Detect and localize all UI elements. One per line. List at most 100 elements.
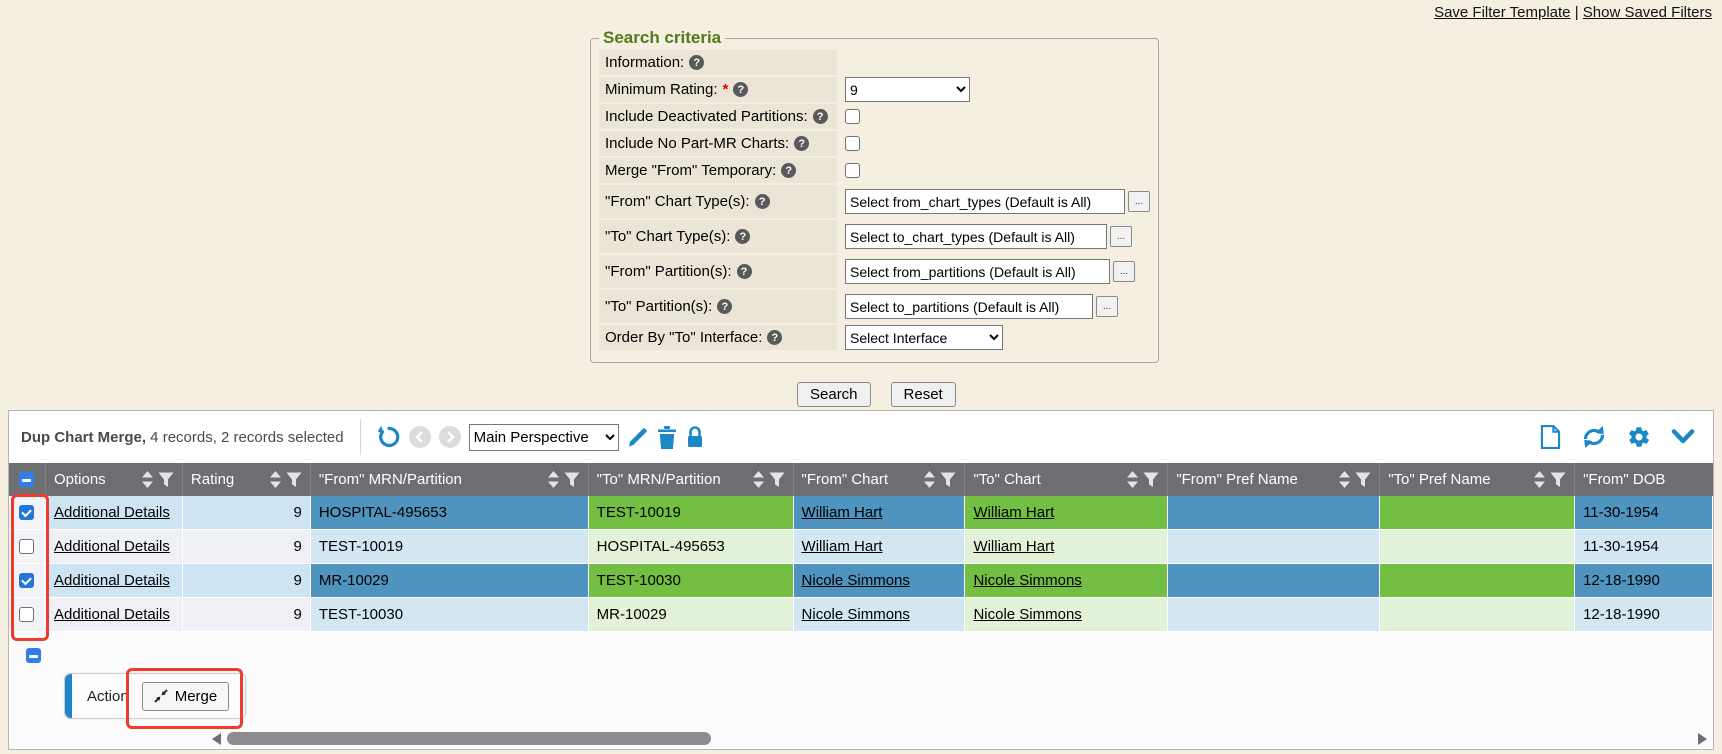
filter-icon[interactable] [940, 472, 956, 488]
row-checkbox[interactable] [19, 573, 34, 588]
sort-icon[interactable] [1534, 471, 1545, 488]
perspective-select[interactable]: Main Perspective [469, 424, 619, 451]
minimum-rating-select[interactable]: 9 [845, 77, 970, 102]
search-button[interactable]: Search [797, 382, 871, 407]
previous-perspective-icon[interactable] [409, 426, 431, 448]
from-chart-link[interactable]: William Hart [802, 538, 883, 555]
edit-perspective-icon[interactable] [627, 426, 649, 448]
sort-icon[interactable] [270, 471, 281, 488]
column-header-to-pref-name[interactable]: "To" Pref Name [1380, 463, 1575, 496]
filter-icon[interactable] [564, 472, 580, 488]
information-label: Information: [605, 54, 684, 71]
merge-button[interactable]: Merge [142, 682, 230, 711]
help-icon[interactable]: ? [755, 194, 770, 209]
to-partitions-picker-button[interactable]: ... [1096, 296, 1118, 317]
to-chart-link[interactable]: William Hart [973, 504, 1054, 521]
from-dob-value: 12-18-1990 [1575, 564, 1713, 598]
additional-details-link[interactable]: Additional Details [54, 606, 170, 623]
to-chart-types-input[interactable] [845, 224, 1107, 249]
filter-icon[interactable] [1143, 472, 1159, 488]
from-pref-name-value [1168, 496, 1380, 530]
refresh-icon[interactable] [1581, 425, 1607, 449]
new-document-icon[interactable] [1540, 424, 1561, 450]
criteria-row-to-chart-types: "To" Chart Type(s): ? ... [599, 220, 1150, 253]
scroll-right-arrow[interactable] [1698, 733, 1707, 745]
criteria-row-to-partitions: "To" Partition(s): ? ... [599, 290, 1150, 323]
column-header-from-pref-name[interactable]: "From" Pref Name [1168, 463, 1380, 496]
select-all-checkbox[interactable] [19, 472, 34, 487]
help-icon[interactable]: ? [781, 163, 796, 178]
column-header-from-chart[interactable]: "From" Chart [794, 463, 966, 496]
reset-button[interactable]: Reset [891, 382, 956, 407]
sort-icon[interactable] [753, 471, 764, 488]
from-chart-link[interactable]: William Hart [802, 504, 883, 521]
table-row: Additional Details 9 MR-10029 TEST-10030… [9, 564, 1713, 598]
lock-perspective-icon[interactable] [685, 425, 705, 449]
help-icon[interactable]: ? [813, 109, 828, 124]
table-row: Additional Details 9 HOSPITAL-495653 TES… [9, 496, 1713, 530]
criteria-row-include-deactivated: Include Deactivated Partitions: ? [599, 104, 1150, 129]
order-by-interface-select[interactable]: Select Interface [845, 325, 1003, 350]
header-select-all-cell [9, 463, 46, 496]
column-header-to-mrn[interactable]: "To" MRN/Partition [589, 463, 794, 496]
additional-details-link[interactable]: Additional Details [54, 572, 170, 589]
action-panel-accent-bar [65, 674, 72, 718]
delete-perspective-icon[interactable] [657, 426, 677, 449]
additional-details-link[interactable]: Additional Details [54, 504, 170, 521]
show-saved-filters-link[interactable]: Show Saved Filters [1583, 4, 1712, 21]
collapse-chevron-icon[interactable] [1671, 429, 1695, 445]
undo-icon[interactable] [377, 425, 401, 449]
column-header-rating[interactable]: Rating [183, 463, 311, 496]
from-partitions-picker-button[interactable]: ... [1113, 261, 1135, 282]
to-chart-link[interactable]: Nicole Simmons [973, 572, 1081, 589]
column-header-options[interactable]: Options [46, 463, 183, 496]
help-icon[interactable]: ? [689, 55, 704, 70]
row-checkbox[interactable] [19, 505, 34, 520]
merge-from-temporary-checkbox[interactable] [845, 163, 860, 178]
scrollbar-thumb[interactable] [227, 732, 711, 745]
criteria-row-from-partitions: "From" Partition(s): ? ... [599, 255, 1150, 288]
row-checkbox[interactable] [19, 539, 34, 554]
to-partitions-input[interactable] [845, 294, 1093, 319]
next-perspective-icon[interactable] [439, 426, 461, 448]
scroll-left-arrow[interactable] [212, 733, 221, 745]
help-icon[interactable]: ? [717, 299, 732, 314]
help-icon[interactable]: ? [735, 229, 750, 244]
help-icon[interactable]: ? [767, 330, 782, 345]
filter-icon[interactable] [286, 472, 302, 488]
filter-icon[interactable] [158, 472, 174, 488]
help-icon[interactable]: ? [794, 136, 809, 151]
filter-icon[interactable] [1550, 472, 1566, 488]
save-filter-template-link[interactable]: Save Filter Template [1434, 4, 1570, 21]
gear-icon[interactable] [1627, 425, 1651, 449]
additional-details-link[interactable]: Additional Details [54, 538, 170, 555]
help-icon[interactable]: ? [733, 82, 748, 97]
sort-icon[interactable] [548, 471, 559, 488]
from-mrn-value: TEST-10019 [311, 530, 589, 564]
column-header-to-chart[interactable]: "To" Chart [965, 463, 1168, 496]
from-partitions-input[interactable] [845, 259, 1110, 284]
filter-icon[interactable] [769, 472, 785, 488]
include-no-part-mr-checkbox[interactable] [845, 136, 860, 151]
row-checkbox[interactable] [19, 607, 34, 622]
select-all-footer-checkbox[interactable] [26, 648, 41, 663]
include-deactivated-checkbox[interactable] [845, 109, 860, 124]
from-chart-types-picker-button[interactable]: ... [1128, 191, 1150, 212]
horizontal-scrollbar[interactable] [9, 729, 1713, 749]
action-panel: Action Merge [64, 673, 246, 719]
column-header-from-mrn[interactable]: "From" MRN/Partition [311, 463, 589, 496]
from-chart-link[interactable]: Nicole Simmons [802, 572, 910, 589]
from-chart-link[interactable]: Nicole Simmons [802, 606, 910, 623]
to-chart-link[interactable]: William Hart [973, 538, 1054, 555]
to-chart-link[interactable]: Nicole Simmons [973, 606, 1081, 623]
sort-icon[interactable] [924, 471, 935, 488]
to-chart-types-picker-button[interactable]: ... [1110, 226, 1132, 247]
sort-icon[interactable] [1127, 471, 1138, 488]
sort-icon[interactable] [1339, 471, 1350, 488]
grid-header-row: Options Rating "From" MRN/Partition "To"… [9, 463, 1713, 496]
help-icon[interactable]: ? [737, 264, 752, 279]
filter-icon[interactable] [1355, 472, 1371, 488]
sort-icon[interactable] [142, 471, 153, 488]
column-header-from-dob[interactable]: "From" DOB [1575, 463, 1713, 496]
from-chart-types-input[interactable] [845, 189, 1125, 214]
